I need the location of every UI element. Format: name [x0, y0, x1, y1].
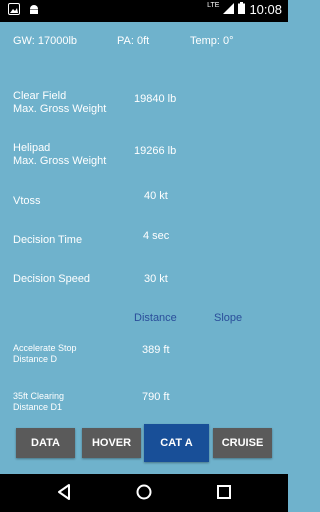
tab-bar: DATA HOVER CAT A CRUISE	[0, 424, 288, 474]
notification-icons	[8, 3, 40, 15]
distance-column-header: Distance	[134, 312, 177, 324]
decision-speed-label: Decision Speed	[13, 273, 91, 285]
tab-hover[interactable]: HOVER	[82, 428, 141, 458]
tab-data[interactable]: DATA	[16, 428, 75, 458]
clear-field-label-line2: Max. Gross Weight	[13, 103, 107, 115]
decision-time-value: 4 sec	[143, 230, 170, 242]
battery-icon	[238, 2, 246, 17]
vtoss-value: 40 kt	[144, 190, 168, 202]
recents-icon[interactable]	[216, 483, 232, 506]
clear-field-label: Clear Field Max. Gross Weight	[13, 90, 106, 116]
slope-column-header: Slope	[214, 312, 243, 324]
signal-icon	[223, 2, 235, 17]
helipad-label-line2: Max. Gross Weight	[13, 155, 107, 167]
clock: 10:08	[249, 2, 282, 17]
home-icon[interactable]	[135, 483, 153, 506]
decision-time-label: Decision Time	[13, 234, 83, 246]
helipad-label-line1: Helipad	[13, 142, 51, 154]
image-notification-icon	[8, 3, 20, 15]
tab-cruise[interactable]: CRUISE	[213, 428, 272, 458]
temperature-label: Temp: 0°	[190, 35, 234, 47]
clearing-distance-value: 790 ft	[142, 391, 170, 403]
clear-field-label-line1: Clear Field	[13, 90, 67, 102]
accelerate-stop-label-line1: Accelerate Stop	[13, 343, 77, 353]
accelerate-stop-label-line2: Distance D	[13, 354, 58, 364]
status-bar: LTE 10:08	[0, 0, 288, 22]
clearing-distance-label: 35ft Clearing Distance D1	[13, 391, 64, 413]
android-notification-icon	[28, 3, 40, 15]
tab-cat-a[interactable]: CAT A	[144, 424, 209, 462]
clearing-distance-label-line2: Distance D1	[13, 402, 63, 412]
network-type: LTE	[207, 2, 220, 9]
clear-field-value: 19840 lb	[134, 93, 177, 105]
helipad-value: 19266 lb	[134, 145, 177, 157]
accelerate-stop-label: Accelerate Stop Distance D	[13, 343, 77, 365]
navigation-bar	[0, 474, 288, 512]
back-icon[interactable]	[56, 483, 72, 506]
system-status: LTE 10:08	[207, 2, 282, 17]
decision-speed-value: 30 kt	[144, 273, 168, 285]
cat-a-screen: GW: 17000lb PA: 0ft Temp: 0° Clear Field…	[0, 22, 288, 474]
clearing-distance-label-line1: 35ft Clearing	[13, 391, 65, 401]
vtoss-label: Vtoss	[13, 195, 41, 207]
pressure-altitude-label: PA: 0ft	[117, 35, 150, 47]
accelerate-stop-value: 389 ft	[142, 344, 170, 356]
helipad-label: Helipad Max. Gross Weight	[13, 142, 106, 168]
gross-weight-label: GW: 17000lb	[13, 35, 78, 47]
